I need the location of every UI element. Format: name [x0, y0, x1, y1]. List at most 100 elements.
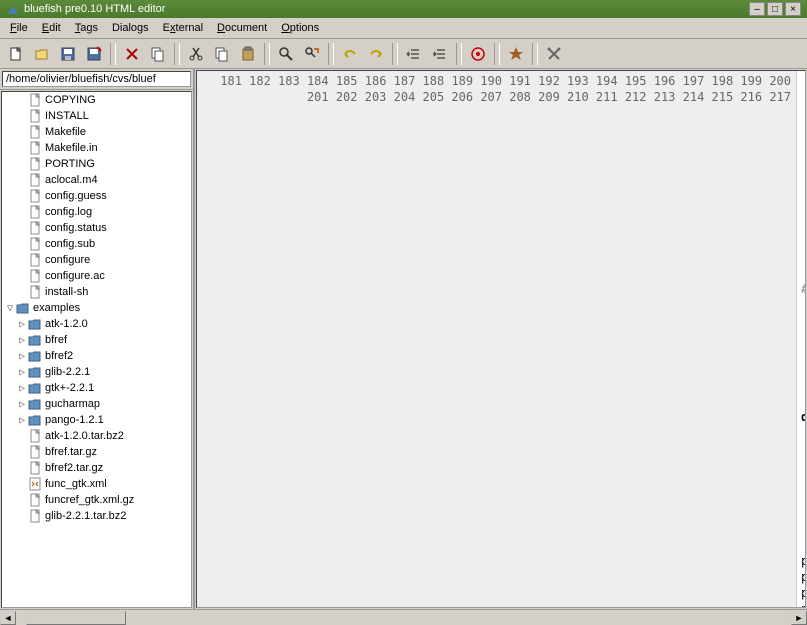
tree-item-label: gtk+-2.2.1 [45, 382, 94, 394]
menu-options[interactable]: Options [275, 20, 325, 36]
tree-item[interactable]: install-sh [2, 284, 191, 300]
indent-button[interactable] [428, 42, 452, 66]
folder-icon [16, 301, 30, 315]
menu-document[interactable]: Document [211, 20, 273, 36]
file-icon [28, 237, 42, 251]
expand-icon[interactable]: ▷ [16, 399, 28, 410]
tree-folder-examples[interactable]: ▽ examples [2, 300, 191, 316]
tree-item[interactable]: PORTING [2, 156, 191, 172]
expand-icon[interactable]: ▷ [16, 367, 28, 378]
window-titlebar: bluefish pre0.10 HTML editor – □ × [0, 0, 807, 18]
tree-item[interactable]: INSTALL [2, 108, 191, 124]
expand-icon[interactable]: ▷ [16, 335, 28, 346]
tree-item-label: COPYING [45, 94, 96, 106]
new-button[interactable] [4, 42, 28, 66]
tree-item[interactable]: Makefile [2, 124, 191, 140]
find-button[interactable] [274, 42, 298, 66]
expand-icon[interactable]: ▷ [16, 415, 28, 426]
tree-item[interactable]: bfref2.tar.gz [2, 460, 191, 476]
file-icon [28, 509, 42, 523]
tree-item[interactable]: atk-1.2.0.tar.bz2 [2, 428, 191, 444]
tree-item[interactable]: func_gtk.xml [2, 476, 191, 492]
menu-dialogs[interactable]: Dialogs [106, 20, 155, 36]
scroll-thumb[interactable] [26, 611, 126, 625]
tree-item[interactable]: glib-2.2.1.tar.bz2 [2, 508, 191, 524]
tree-item[interactable]: COPYING [2, 92, 191, 108]
h-scrollbar[interactable]: ◄ ► [0, 609, 807, 625]
menu-edit[interactable]: Edit [36, 20, 67, 36]
tree-item[interactable]: ▷ gtk+-2.2.1 [2, 380, 191, 396]
bookmark-button[interactable] [504, 42, 528, 66]
tree-item-label: config.sub [45, 238, 95, 250]
line-gutter: 181 182 183 184 185 186 187 188 189 190 … [197, 71, 797, 607]
replace-button[interactable] [300, 42, 324, 66]
maximize-button[interactable]: □ [767, 2, 783, 16]
preview-button[interactable] [466, 42, 490, 66]
code-area[interactable]: start = 0​ end = string.find(args,',')​ … [797, 71, 805, 607]
tree-item[interactable]: ▷glib-2.2.1 [2, 364, 191, 380]
copy-button-alt[interactable] [146, 42, 170, 66]
tree-item[interactable]: config.status [2, 220, 191, 236]
paste-button[interactable] [236, 42, 260, 66]
tree-item-label: examples [33, 302, 80, 314]
tree-item-label: bfref2 [45, 350, 73, 362]
tree-item[interactable]: config.guess [2, 188, 191, 204]
tree-item-label: Makefile [45, 126, 86, 138]
menu-tags[interactable]: Tags [69, 20, 104, 36]
expand-icon[interactable]: ▷ [16, 351, 28, 362]
tree-item-label: configure [45, 254, 90, 266]
expand-icon[interactable]: ▷ [16, 383, 28, 394]
tree-item-label: aclocal.m4 [45, 174, 98, 186]
tree-item[interactable]: ▷gucharmap [2, 396, 191, 412]
scroll-right-button[interactable]: ► [791, 611, 807, 625]
file-icon [28, 461, 42, 475]
copy-button[interactable] [210, 42, 234, 66]
folder-icon [28, 397, 42, 411]
tree-item[interactable]: bfref.tar.gz [2, 444, 191, 460]
file-icon [28, 253, 42, 267]
tree-item[interactable]: funcref_gtk.xml.gz [2, 492, 191, 508]
toolbar-separator [392, 43, 398, 65]
tree-item[interactable]: ▷ bfref2 [2, 348, 191, 364]
code-editor[interactable]: 181 182 183 184 185 186 187 188 189 190 … [196, 70, 806, 608]
toolbar-separator [328, 43, 334, 65]
file-tree[interactable]: COPYING INSTALL Makefile Makefile.in PORTING… [1, 91, 192, 608]
tree-item[interactable]: Makefile.in [2, 140, 191, 156]
open-button[interactable] [30, 42, 54, 66]
close-button[interactable]: × [785, 2, 801, 16]
file-icon [28, 93, 42, 107]
unindent-button[interactable] [402, 42, 426, 66]
redo-button[interactable] [364, 42, 388, 66]
file-icon [28, 189, 42, 203]
tree-item-label: pango-1.2.1 [45, 414, 104, 426]
save-button[interactable] [56, 42, 80, 66]
close-file-button[interactable] [120, 42, 144, 66]
tree-item-label: func_gtk.xml [45, 478, 107, 490]
scroll-left-button[interactable]: ◄ [0, 611, 16, 625]
expand-icon[interactable]: ▷ [16, 319, 28, 330]
cut-button[interactable] [184, 42, 208, 66]
undo-button[interactable] [338, 42, 362, 66]
tree-item[interactable]: configure [2, 252, 191, 268]
menu-file[interactable]: File [4, 20, 34, 36]
tree-item-label: configure.ac [45, 270, 105, 282]
toolbar-separator [110, 43, 116, 65]
file-icon [28, 141, 42, 155]
tree-item[interactable]: config.sub [2, 236, 191, 252]
preferences-button[interactable] [542, 42, 566, 66]
path-input[interactable] [2, 71, 191, 87]
tree-item[interactable]: config.log [2, 204, 191, 220]
tree-item[interactable]: ▷ bfref [2, 332, 191, 348]
save-as-button[interactable] [82, 42, 106, 66]
tree-item[interactable]: ▷ pango-1.2.1 [2, 412, 191, 428]
menu-external[interactable]: External [157, 20, 209, 36]
tree-item-label: bfref2.tar.gz [45, 462, 103, 474]
tree-item-label: bfref [45, 334, 67, 346]
tree-item[interactable]: aclocal.m4 [2, 172, 191, 188]
tree-item-label: PORTING [45, 158, 95, 170]
tree-item[interactable]: ▷atk-1.2.0 [2, 316, 191, 332]
folder-icon [28, 365, 42, 379]
tree-item[interactable]: configure.ac [2, 268, 191, 284]
expand-icon[interactable]: ▽ [4, 303, 16, 314]
minimize-button[interactable]: – [749, 2, 765, 16]
